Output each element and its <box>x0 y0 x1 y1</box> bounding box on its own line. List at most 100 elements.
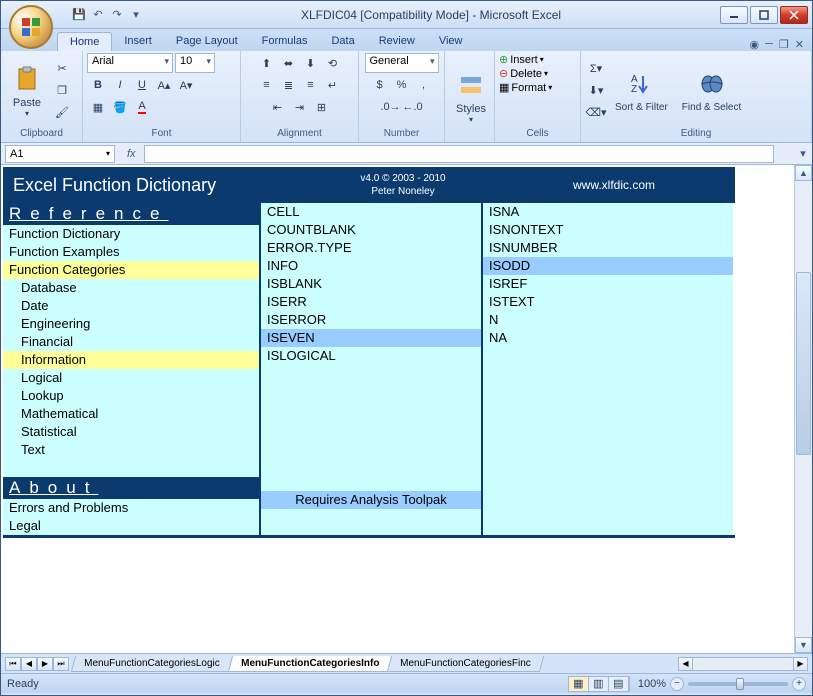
sheet-tab[interactable]: MenuFunctionCategoriesInfo <box>227 656 392 672</box>
ribbon-tab-data[interactable]: Data <box>319 32 366 51</box>
function-item[interactable]: CELL <box>261 203 481 221</box>
horizontal-scrollbar[interactable]: ◀ ▶ <box>678 657 808 671</box>
normal-view-icon[interactable]: ▦ <box>569 677 589 691</box>
save-icon[interactable]: 💾 <box>71 7 87 23</box>
percent-icon[interactable]: % <box>391 75 413 95</box>
nav-item[interactable]: Financial <box>3 333 259 351</box>
ribbon-tab-formulas[interactable]: Formulas <box>250 32 320 51</box>
function-item[interactable]: ISNA <box>483 203 733 221</box>
nav-item[interactable]: Text <box>3 441 259 459</box>
maximize-button[interactable] <box>750 6 778 24</box>
align-middle-icon[interactable]: ⬌ <box>278 53 300 73</box>
fill-icon[interactable]: ⬇▾ <box>585 80 607 100</box>
underline-button[interactable]: U <box>131 75 153 95</box>
function-item[interactable]: ISERROR <box>261 311 481 329</box>
increase-decimal-icon[interactable]: .0→ <box>380 97 402 117</box>
align-right-icon[interactable]: ≡ <box>300 75 322 95</box>
undo-icon[interactable]: ↶ <box>90 7 106 23</box>
nav-item[interactable]: Logical <box>3 369 259 387</box>
increase-indent-icon[interactable]: ⇥ <box>289 97 311 117</box>
page-layout-view-icon[interactable]: ▥ <box>589 677 609 691</box>
comma-icon[interactable]: , <box>413 75 435 95</box>
function-item[interactable]: ISBLANK <box>261 275 481 293</box>
tab-next-icon[interactable]: ▶ <box>37 657 53 671</box>
ribbon-tab-view[interactable]: View <box>427 32 475 51</box>
nav-item[interactable]: Engineering <box>3 315 259 333</box>
function-item[interactable]: ISNUMBER <box>483 239 733 257</box>
doc-close-icon[interactable]: ✕ <box>795 38 804 51</box>
nav-item[interactable]: Function Examples <box>3 243 259 261</box>
align-left-icon[interactable]: ≡ <box>256 75 278 95</box>
function-item[interactable]: N <box>483 311 733 329</box>
merge-center-icon[interactable]: ⊞ <box>311 97 333 117</box>
ribbon-tab-insert[interactable]: Insert <box>112 32 164 51</box>
delete-cells-button[interactable]: ⊖Delete▾ <box>499 67 576 80</box>
nav-item[interactable]: Legal <box>3 517 259 535</box>
function-item[interactable]: ISTEXT <box>483 293 733 311</box>
nav-item[interactable]: Information <box>3 351 259 369</box>
format-painter-icon[interactable]: 🖌 <box>51 102 73 122</box>
zoom-out-button[interactable]: − <box>670 677 684 691</box>
decrease-indent-icon[interactable]: ⇤ <box>267 97 289 117</box>
doc-restore-icon[interactable]: ❐ <box>779 38 789 51</box>
nav-item[interactable]: Statistical <box>3 423 259 441</box>
redo-icon[interactable]: ↷ <box>109 7 125 23</box>
tab-last-icon[interactable]: ⏭ <box>53 657 69 671</box>
format-cells-button[interactable]: ▦Format▾ <box>499 81 576 94</box>
cut-icon[interactable]: ✂ <box>51 58 73 78</box>
zoom-in-button[interactable]: + <box>792 677 806 691</box>
function-item[interactable]: ISEVEN <box>261 329 481 347</box>
find-select-button[interactable]: Find & Select <box>676 66 747 115</box>
help-icon[interactable]: ◉ <box>750 38 760 51</box>
insert-cells-button[interactable]: ⊕Insert▾ <box>499 53 576 66</box>
autosum-icon[interactable]: Σ▾ <box>585 58 607 78</box>
hscroll-right-icon[interactable]: ▶ <box>793 658 807 670</box>
zoom-slider[interactable] <box>688 682 788 686</box>
currency-icon[interactable]: $ <box>369 75 391 95</box>
copy-icon[interactable]: ❐ <box>51 80 73 100</box>
zoom-level[interactable]: 100% <box>638 678 666 690</box>
ribbon-tab-home[interactable]: Home <box>57 32 112 51</box>
page-break-view-icon[interactable]: ▤ <box>609 677 629 691</box>
nav-item[interactable]: Function Categories <box>3 261 259 279</box>
shrink-font-icon[interactable]: A▾ <box>175 75 197 95</box>
function-item[interactable]: ISNONTEXT <box>483 221 733 239</box>
expand-formula-bar-icon[interactable]: ▾ <box>794 147 812 160</box>
align-center-icon[interactable]: ≣ <box>278 75 300 95</box>
function-item[interactable]: ERROR.TYPE <box>261 239 481 257</box>
sheet-tab[interactable]: MenuFunctionCategoriesFinc <box>387 656 544 672</box>
grow-font-icon[interactable]: A▴ <box>153 75 175 95</box>
fx-button[interactable]: fx <box>119 148 144 160</box>
qat-dropdown-icon[interactable]: ▾ <box>128 7 144 23</box>
nav-item[interactable]: Function Dictionary <box>3 225 259 243</box>
function-item[interactable]: ISERR <box>261 293 481 311</box>
wrap-text-icon[interactable]: ↵ <box>322 75 344 95</box>
nav-item[interactable]: Mathematical <box>3 405 259 423</box>
ribbon-tab-page-layout[interactable]: Page Layout <box>164 32 250 51</box>
align-top-icon[interactable]: ⬆ <box>256 53 278 73</box>
paste-button[interactable]: Paste ▾ <box>5 61 49 120</box>
doc-minimize-icon[interactable]: ─ <box>765 38 773 51</box>
dict-url[interactable]: www.xlfdic.com <box>503 178 725 192</box>
function-item[interactable]: COUNTBLANK <box>261 221 481 239</box>
sort-filter-button[interactable]: AZ Sort & Filter <box>609 66 674 115</box>
scroll-down-icon[interactable]: ▼ <box>795 637 812 653</box>
vertical-scrollbar[interactable]: ▲ ▼ <box>794 165 812 653</box>
number-format-combo[interactable]: General <box>365 53 439 73</box>
sheet-tab[interactable]: MenuFunctionCategoriesLogic <box>71 656 233 672</box>
ribbon-tab-review[interactable]: Review <box>367 32 427 51</box>
font-size-combo[interactable]: 10 <box>175 53 215 73</box>
formula-input[interactable] <box>144 145 774 163</box>
hscroll-left-icon[interactable]: ◀ <box>679 658 693 670</box>
font-color-icon[interactable]: A <box>131 97 153 117</box>
nav-item[interactable]: Lookup <box>3 387 259 405</box>
tab-first-icon[interactable]: ⏮ <box>5 657 21 671</box>
bold-button[interactable]: B <box>87 75 109 95</box>
italic-button[interactable]: I <box>109 75 131 95</box>
nav-item[interactable]: Date <box>3 297 259 315</box>
minimize-button[interactable] <box>720 6 748 24</box>
nav-item[interactable]: Errors and Problems <box>3 499 259 517</box>
function-item[interactable]: ISREF <box>483 275 733 293</box>
decrease-decimal-icon[interactable]: ←.0 <box>402 97 424 117</box>
office-button[interactable] <box>9 5 53 49</box>
